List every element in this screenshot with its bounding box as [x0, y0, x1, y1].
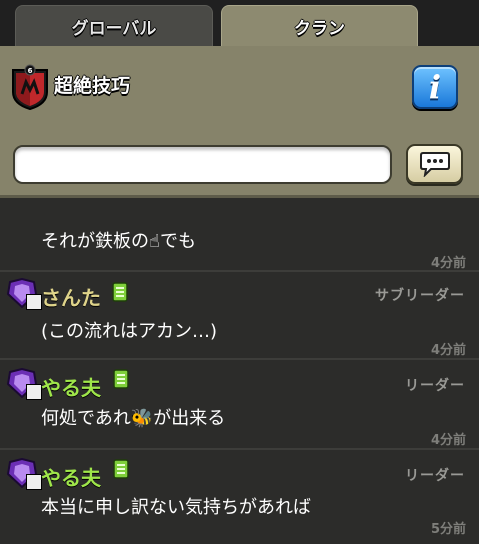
- chat-log-icon: [112, 282, 128, 302]
- message-text: 本当に申し訳ない気持ちがあれば: [41, 497, 311, 518]
- message-time: 4分前: [430, 256, 466, 271]
- message-role: サブリーダー: [375, 288, 465, 304]
- status-icon: [26, 294, 42, 310]
- speech-bubble-icon: [419, 152, 450, 177]
- send-message-button[interactable]: [406, 144, 463, 184]
- message-role: リーダー: [405, 468, 465, 484]
- status-icon: [26, 384, 42, 400]
- chat-log-icon: [113, 369, 129, 389]
- message-text: (この流れはアカン…): [41, 321, 218, 342]
- info-button[interactable]: i: [412, 65, 458, 109]
- message-time: 4分前: [430, 343, 466, 358]
- chat-message: さんた サブリーダー (この流れはアカン…) 4分前: [0, 272, 479, 360]
- message-role: リーダー: [405, 378, 465, 394]
- chat-message: やる夫 リーダー 何処であれ🐝が出来る 4分前: [0, 360, 479, 450]
- chat-message: それが鉄板の☝でも 4分前: [0, 198, 479, 272]
- clan-header-panel: 6 超絶技巧 i: [0, 46, 479, 198]
- clan-name: 超絶技巧: [54, 75, 131, 97]
- tab-clan[interactable]: クラン: [221, 5, 418, 46]
- message-author[interactable]: やる夫: [41, 462, 101, 491]
- chat-log-icon: [113, 459, 129, 479]
- clan-badge-level: 6: [28, 67, 33, 75]
- message-text: 何処であれ🐝が出来る: [41, 408, 226, 429]
- message-time: 4分前: [430, 433, 466, 448]
- chat-message-input[interactable]: [13, 145, 392, 184]
- message-text: それが鉄板の☝でも: [41, 231, 196, 252]
- tab-bar: グローバル クラン: [0, 0, 479, 46]
- status-icon: [26, 474, 42, 490]
- chat-message: やる夫 リーダー 本当に申し訳ない気持ちがあれば 5分前: [0, 450, 479, 544]
- chat-message-list[interactable]: それが鉄板の☝でも 4分前 さんた サブリーダー (この流れはアカン…) 4分前…: [0, 198, 479, 544]
- message-author[interactable]: さんた: [41, 282, 101, 311]
- message-time: 5分前: [430, 522, 466, 537]
- clan-badge-icon[interactable]: 6: [10, 64, 50, 110]
- message-author[interactable]: やる夫: [41, 372, 101, 401]
- tab-global[interactable]: グローバル: [15, 5, 213, 46]
- info-icon: i: [428, 68, 442, 106]
